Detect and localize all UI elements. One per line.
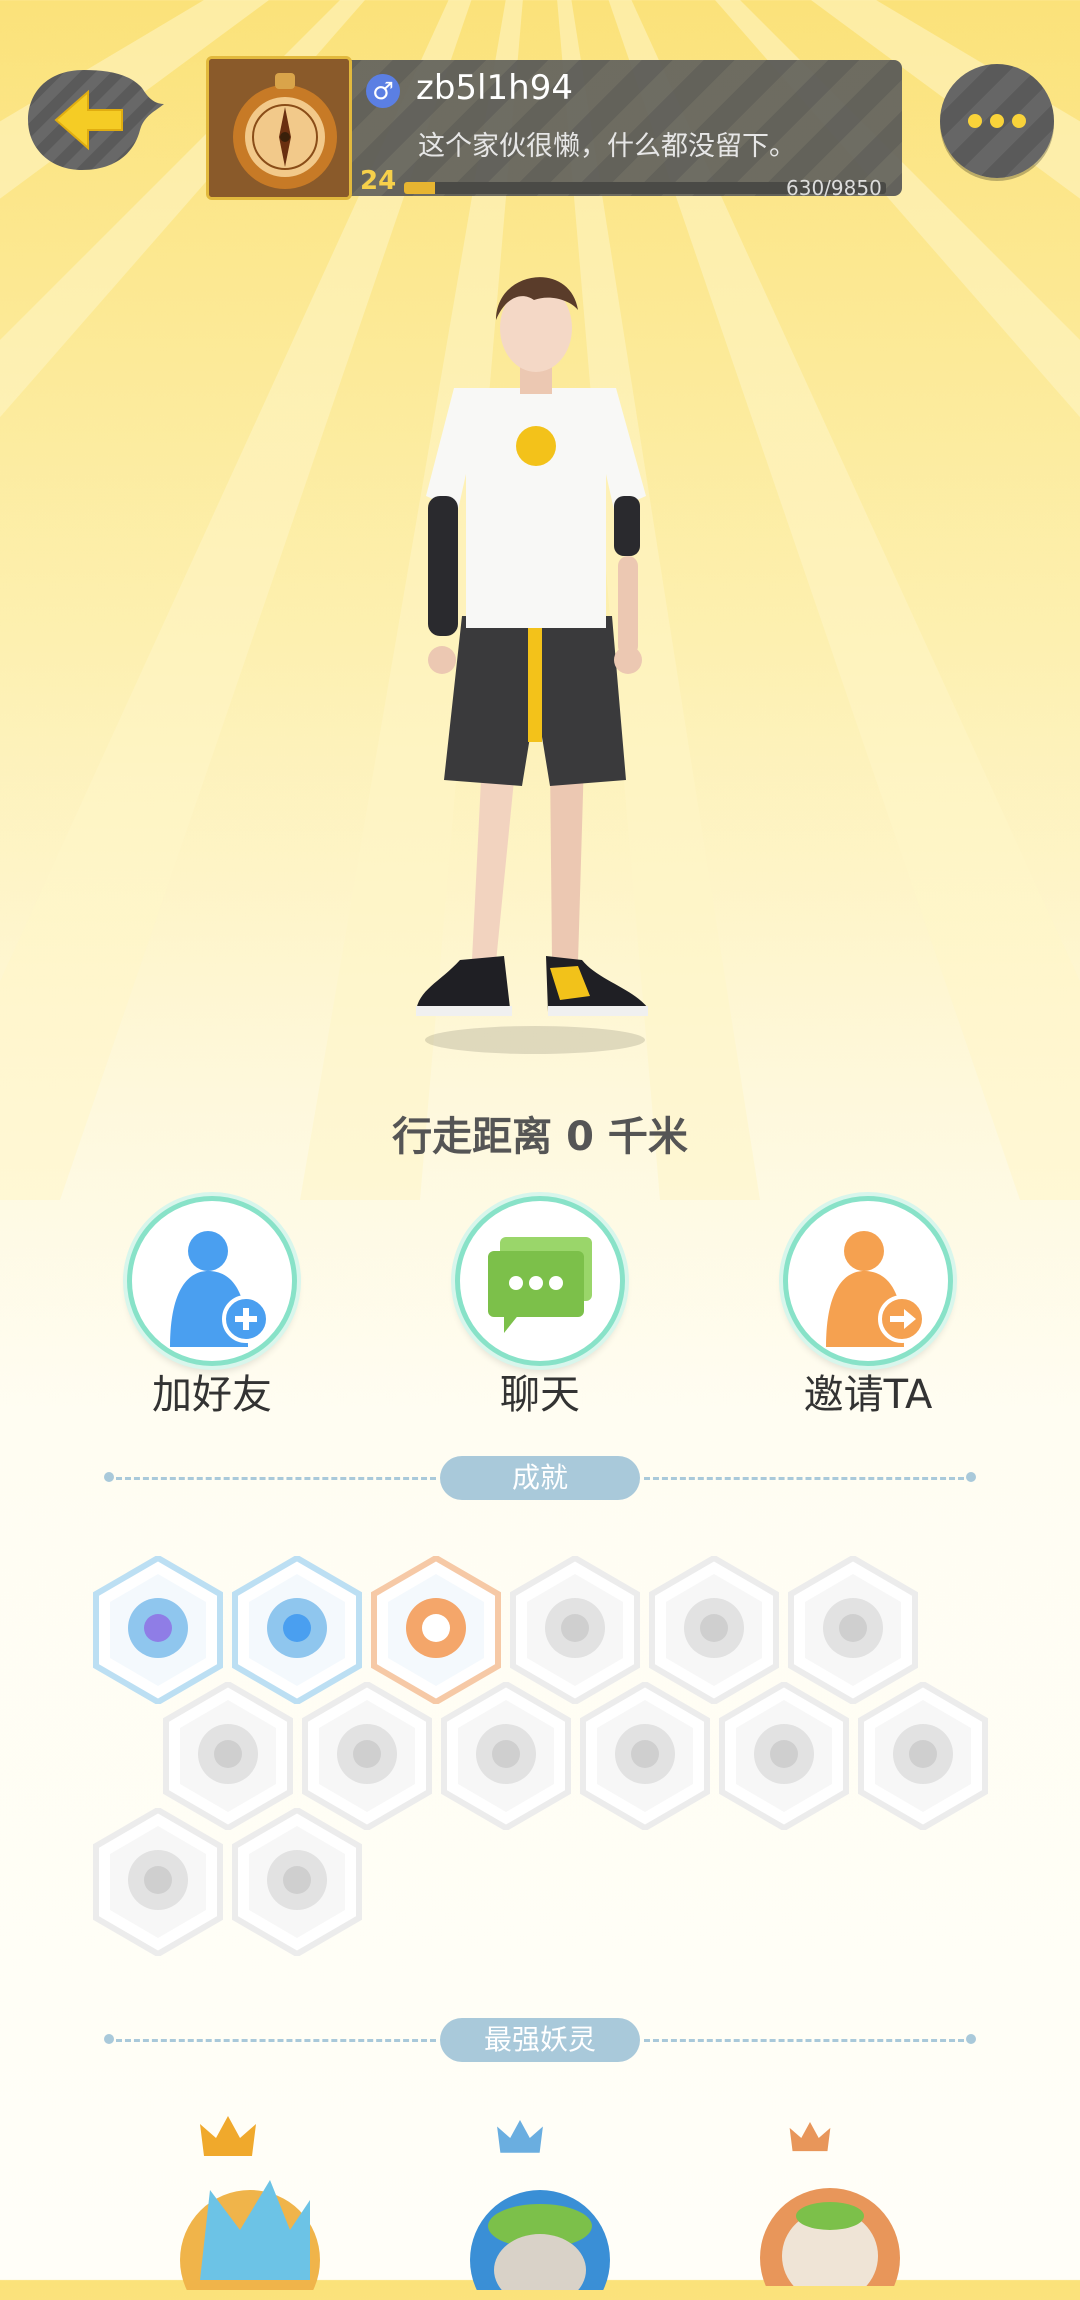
divider-right [644,1477,964,1480]
bronze-crown-icon [789,2122,831,2152]
chat-icon [488,1237,592,1333]
bear-achievement-badge[interactable] [718,1682,850,1830]
creature-achievement-badge[interactable] [440,1682,572,1830]
username: zb5l1h94 [416,68,573,108]
chat-button[interactable] [455,1196,625,1366]
chat-label[interactable]: 聊天 [390,1362,690,1420]
invite-button[interactable] [783,1196,953,1366]
xp-text: 630/9850 [786,176,882,200]
level-badge: 24 [360,166,397,196]
more-dots-icon [968,114,982,128]
gender-male-icon: ♂ [366,74,400,108]
walking-distance: 行走距离 0 千米 [392,1114,688,1160]
blue-crown-icon [497,2120,543,2153]
compass-avatar-image [209,59,349,197]
add-friend-icon [170,1231,270,1347]
more-options-button[interactable] [940,64,1054,178]
dragon-achievement-badge[interactable] [857,1682,989,1830]
invite-label[interactable]: 邀请TA [718,1362,1018,1420]
divider-left [116,1477,436,1480]
xp-progress-fill [404,182,435,194]
invite-icon [826,1231,926,1347]
spirit-avatar-2[interactable] [470,2180,610,2300]
strongest-spirits-title: 最强妖灵 [440,2018,640,2062]
gold-crown-icon [200,2116,256,2156]
add-friend-button[interactable] [127,1196,297,1366]
avatar[interactable] [206,56,352,200]
safe-achievement-badge[interactable] [92,1808,224,1956]
bio-text: 这个家伙很懒，什么都没留下。 [418,131,796,162]
player-character-model[interactable] [400,260,670,1060]
add-friend-label[interactable]: 加好友 [62,1362,362,1420]
spirit-avatar-1[interactable] [180,2170,320,2290]
arrow-left-icon[interactable] [26,64,166,176]
book-fox-achievement-badge[interactable] [231,1808,363,1956]
achievements-title: 成就 [440,1456,640,1500]
spirit-avatar-3[interactable] [760,2176,900,2296]
cart-achievement-badge[interactable] [579,1682,711,1830]
